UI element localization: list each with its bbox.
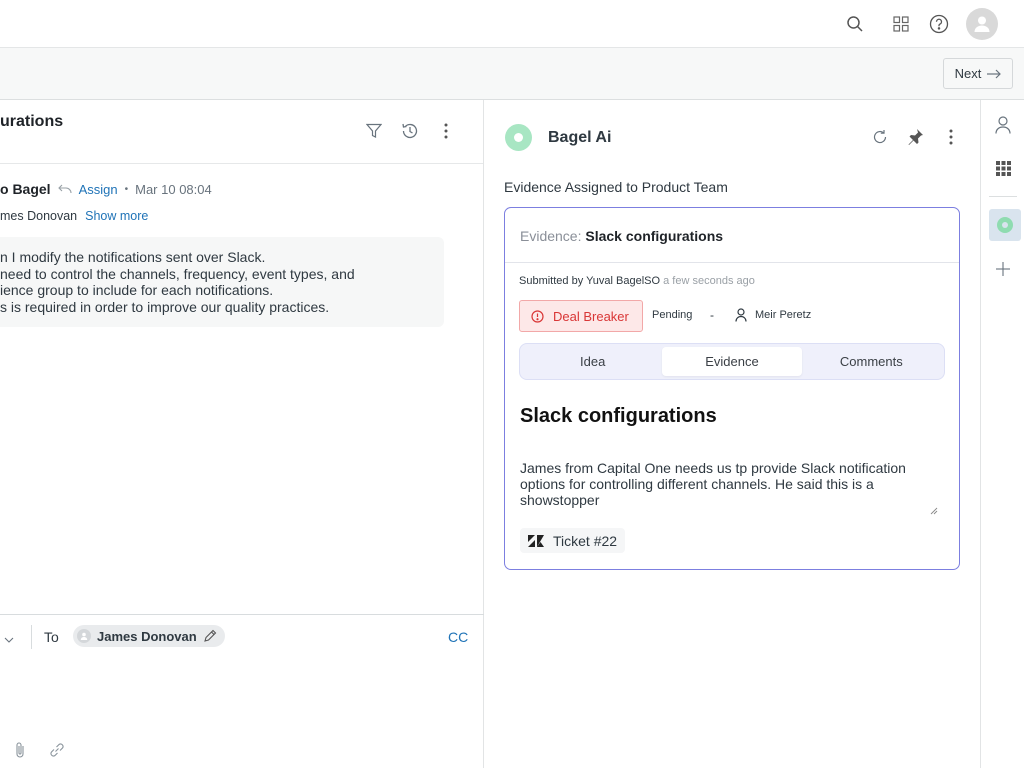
edit-pencil-icon[interactable] — [203, 629, 217, 643]
message-line: s is required in order to improve our qu… — [0, 298, 330, 315]
ticket-title: urations — [0, 113, 64, 130]
user-avatar-icon — [974, 16, 990, 32]
bagel-app-button[interactable] — [989, 209, 1021, 241]
zendesk-logo-icon — [528, 534, 544, 547]
search-icon[interactable] — [843, 12, 867, 36]
deal-breaker-label: Deal Breaker — [553, 308, 629, 324]
submitted-time: a few seconds ago — [663, 275, 755, 287]
status-label[interactable]: Pending — [652, 309, 692, 321]
bagel-logo-icon — [997, 217, 1013, 233]
user-avatar[interactable] — [966, 8, 998, 40]
submitted-prefix: Submitted by — [519, 275, 584, 287]
message-timestamp: Mar 10 08:04 — [135, 181, 212, 197]
attachment-icon[interactable] — [14, 741, 26, 764]
assignee-name: Meir Peretz — [755, 309, 812, 321]
separator-dot: • — [124, 183, 129, 195]
reply-composer[interactable]: To James Donovan CC — [0, 614, 484, 768]
divider — [31, 625, 32, 649]
evidence-name: Slack configurations — [585, 228, 724, 244]
tab-comments[interactable]: Comments — [802, 347, 941, 376]
cc-link[interactable]: CC — [448, 629, 468, 645]
sub-toolbar: Next — [0, 48, 1024, 100]
bagel-logo-icon — [505, 124, 532, 151]
bagel-ai-panel: Bagel Ai Evidence Assigned to Product Te… — [485, 100, 980, 768]
recipient-name: mes Donovan — [0, 209, 78, 223]
submitted-by: Yuval BagelSO — [586, 275, 661, 287]
message-line: n I modify the notifications sent over S… — [0, 249, 266, 265]
evidence-title: Slack configurations — [520, 405, 717, 427]
assignee[interactable]: Meir Peretz — [735, 308, 811, 322]
ticket-header: urations — [0, 100, 483, 164]
chevron-down-icon[interactable] — [4, 630, 14, 648]
evidence-card-header: Evidence: Slack configurations — [505, 208, 959, 263]
apps-grid-icon[interactable] — [993, 158, 1013, 178]
next-button-label: Next — [954, 66, 982, 81]
assign-link[interactable]: Assign — [79, 182, 118, 197]
message-line: ience group to include for each notifica… — [0, 282, 274, 298]
deal-breaker-badge[interactable]: Deal Breaker — [519, 300, 643, 332]
app-header: Bagel Ai — [505, 124, 611, 151]
tab-evidence[interactable]: Evidence — [662, 347, 802, 376]
message-body: n I modify the notifications sent over S… — [0, 237, 444, 327]
assigned-heading: Evidence Assigned to Product Team — [504, 179, 728, 195]
message-recipients: mes Donovan Show more — [0, 209, 148, 223]
next-button[interactable]: Next — [943, 58, 1013, 89]
user-icon[interactable] — [993, 115, 1013, 135]
separator-dash: - — [710, 308, 714, 322]
tab-idea[interactable]: Idea — [523, 347, 662, 376]
ticket-label: Ticket #22 — [553, 532, 618, 549]
more-vertical-icon[interactable] — [941, 127, 961, 147]
card-tabs: Idea Evidence Comments — [519, 343, 945, 380]
more-vertical-icon[interactable] — [436, 121, 456, 141]
alert-circle-icon — [531, 309, 544, 323]
user-icon — [735, 308, 747, 322]
message-sender: o Bagel — [0, 181, 51, 197]
add-app-icon[interactable] — [993, 259, 1013, 279]
top-bar — [0, 0, 1024, 48]
recipient-chip[interactable]: James Donovan — [73, 625, 225, 647]
divider — [989, 196, 1017, 197]
evidence-card: Evidence: Slack configurations Submitted… — [504, 207, 960, 570]
apps-grid-icon[interactable] — [889, 12, 913, 36]
evidence-label: Evidence: — [520, 228, 582, 244]
resize-handle-icon[interactable] — [930, 507, 938, 515]
help-icon[interactable] — [927, 12, 951, 36]
recipient-chip-label: James Donovan — [97, 628, 197, 644]
right-app-rail — [980, 100, 1024, 768]
ticket-link[interactable]: Ticket #22 — [520, 528, 626, 553]
message-header: o Bagel Assign • Mar 10 08:04 — [0, 181, 212, 197]
to-label: To — [44, 629, 59, 645]
refresh-icon[interactable] — [870, 127, 890, 147]
show-more-link[interactable]: Show more — [85, 209, 148, 223]
evidence-description-textarea[interactable]: James from Capital One needs us tp provi… — [520, 460, 940, 518]
app-title: Bagel Ai — [548, 128, 612, 146]
submitted-info: Submitted by Yuval BagelSO a few seconds… — [519, 275, 755, 287]
history-icon[interactable] — [400, 121, 420, 141]
recipient-avatar-icon — [77, 629, 91, 643]
message-line: need to control the channels, frequency,… — [0, 265, 355, 282]
ticket-panel: urations o Bagel Assign • Mar 10 08:04 m… — [0, 100, 484, 768]
filter-icon[interactable] — [364, 121, 384, 141]
pin-icon[interactable] — [905, 127, 925, 147]
reply-icon — [57, 184, 72, 194]
arrow-right-icon — [987, 69, 1002, 78]
link-icon[interactable] — [48, 741, 66, 764]
